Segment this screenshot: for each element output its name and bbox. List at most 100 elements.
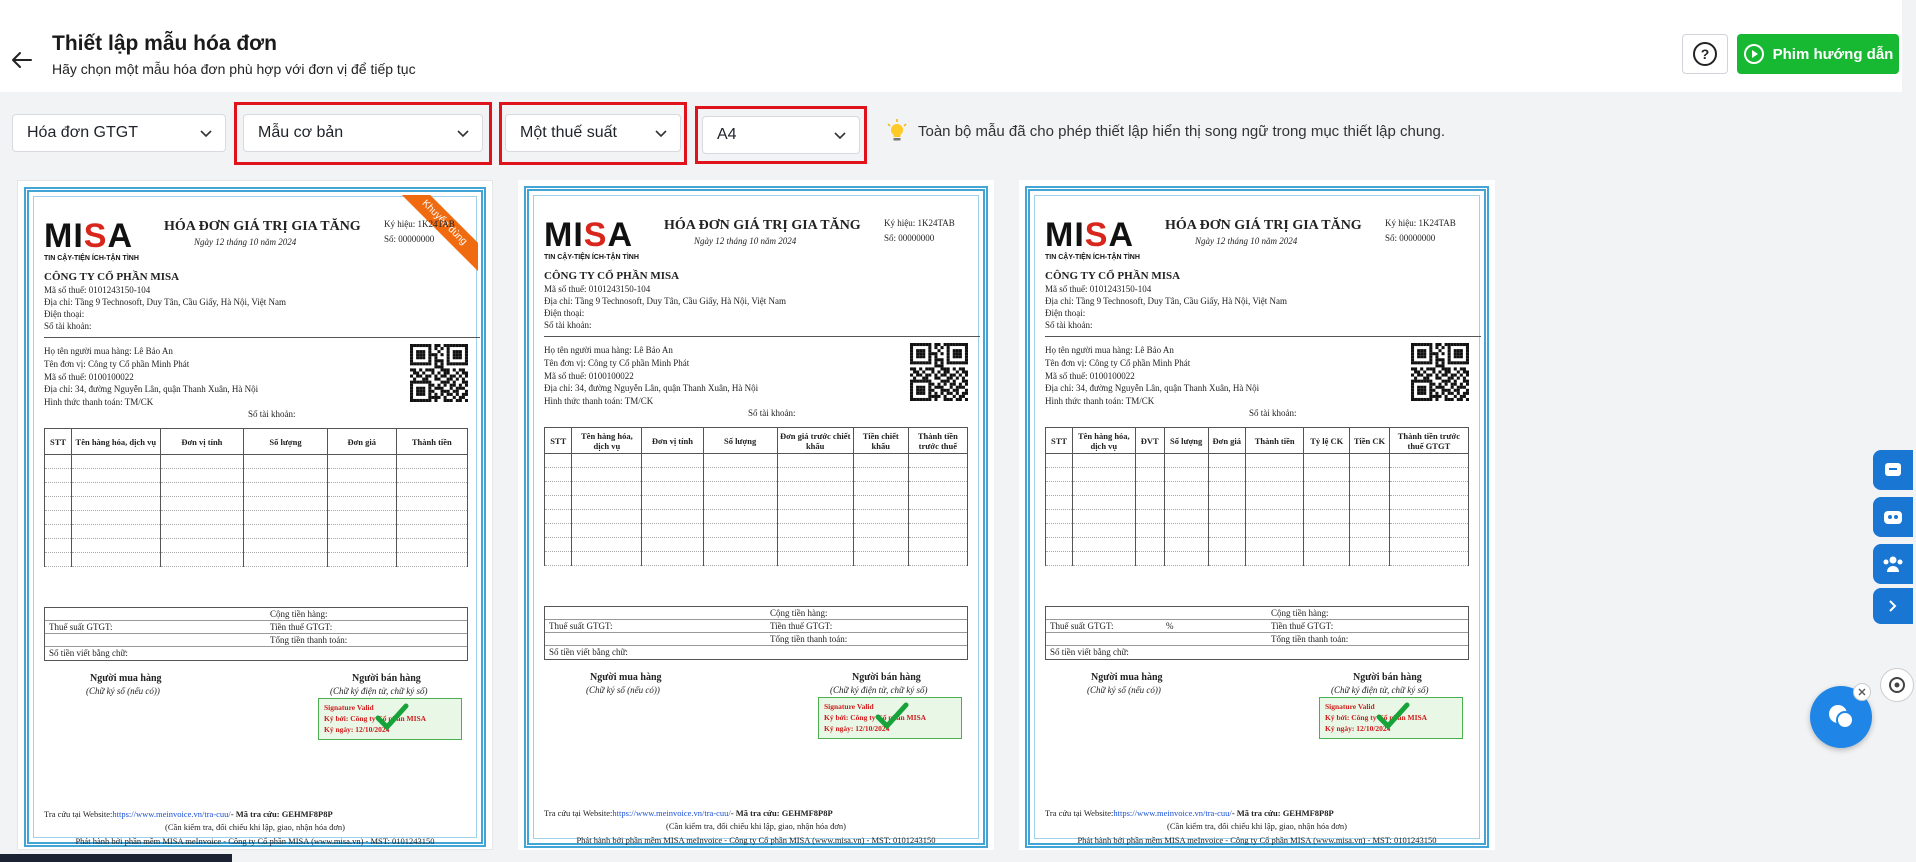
- chat-close-button[interactable]: [1853, 683, 1871, 701]
- back-arrow-icon[interactable]: [10, 48, 34, 72]
- table-row: [543, 537, 969, 552]
- column-header: Thành tiền: [1244, 427, 1305, 454]
- signature-valid-box: Signature Valid Ký bởi: Công ty Cổ phần …: [318, 698, 462, 740]
- table-row: [1044, 509, 1470, 524]
- publisher-line: Phát hành bởi phần mềm MISA meInvoice - …: [576, 835, 936, 845]
- chevron-right-icon: [1889, 600, 1897, 612]
- lookup-link[interactable]: https://www.meinvoice.vn/tra-cuu/: [112, 809, 230, 819]
- table-row: [543, 495, 969, 510]
- column-header: STT: [1044, 427, 1074, 454]
- table-row: [543, 509, 969, 524]
- buyer-account: Số tài khoản:: [248, 409, 296, 419]
- paper-size-value: A4: [717, 126, 737, 143]
- buyer-sign-note: (Chữ ký số (nếu có)): [586, 685, 660, 695]
- table-row: [43, 454, 469, 469]
- publisher-line: Phát hành bởi phần mềm MISA meInvoice - …: [1077, 835, 1437, 845]
- column-header: Tên hàng hóa, dịch vụ: [1072, 427, 1136, 454]
- column-header: STT: [43, 428, 73, 455]
- seller-sign-title: Người bán hàng: [852, 672, 921, 683]
- invoice-title: HÓA ĐƠN GIÁ TRỊ GIA TĂNG: [664, 218, 861, 233]
- column-header: Tên hàng hóa, dịch vụ: [571, 427, 643, 454]
- lookup-line: Tra cứu tại Website:https://www.meinvoic…: [1045, 808, 1334, 818]
- invoice-template-card[interactable]: MISA TIN CẬY-TIỆN ÍCH-TẬN TÌNH HÓA ĐƠN G…: [1019, 180, 1495, 850]
- invoice-frame: Khuyến dùng MISA TIN CẬY-TIỆN ÍCH-TẬN TÌ…: [24, 187, 486, 847]
- lookup-link[interactable]: https://www.meinvoice.vn/tra-cuu/: [612, 808, 730, 818]
- table-row: [1044, 537, 1470, 552]
- column-header: Đơn giá: [1207, 427, 1246, 454]
- chevron-down-icon: [834, 132, 846, 140]
- seller-sign-note: (Chữ ký điện tử, chữ ký số): [1331, 685, 1429, 695]
- buyer-info: Họ tên người mua hàng: Lê Bảo An Tên đơn…: [44, 346, 259, 408]
- lookup-link[interactable]: https://www.meinvoice.vn/tra-cuu/: [1113, 808, 1231, 818]
- invoice-serial: Ký hiệu: 1K24TAB: [384, 219, 455, 229]
- misa-logo: MISA TIN CẬY-TIỆN ÍCH-TẬN TÌNH: [544, 216, 639, 261]
- side-widget-settings[interactable]: [1880, 668, 1914, 702]
- buyer-sign-title: Người mua hàng: [90, 673, 162, 684]
- table-row: [43, 496, 469, 511]
- totals-section: Cộng tiền hàng: Thuế suất GTGT: % Tiền t…: [1045, 606, 1469, 660]
- template-style-select[interactable]: Mẫu cơ bản: [243, 114, 483, 152]
- template-style-value: Mẫu cơ bản: [258, 124, 344, 141]
- column-header: Thành tiền: [395, 428, 469, 455]
- totals-section: Cộng tiền hàng: Thuế suất GTGT: Tiền thu…: [544, 606, 968, 660]
- side-widget-community[interactable]: [1873, 544, 1913, 584]
- qr-code-icon: [1411, 343, 1469, 401]
- column-header: Tiền chiết khấu: [852, 427, 909, 454]
- video-guide-button[interactable]: Phim hướng dẫn: [1737, 34, 1899, 74]
- invoice-title: HÓA ĐƠN GIÁ TRỊ GIA TĂNG: [1165, 218, 1362, 233]
- signature-valid-box: Signature Valid Ký bởi: Công ty Cổ phần …: [1319, 697, 1463, 739]
- invoice-frame: MISA TIN CẬY-TIỆN ÍCH-TẬN TÌNH HÓA ĐƠN G…: [524, 186, 988, 848]
- paper-size-select[interactable]: A4: [702, 116, 860, 154]
- help-button[interactable]: ?: [1682, 34, 1728, 74]
- bilingual-note-text: Toàn bộ mẫu đã cho phép thiết lập hiển t…: [918, 122, 1446, 140]
- invoice-type-value: Hóa đơn GTGT: [27, 124, 138, 141]
- chevron-down-icon: [457, 130, 469, 138]
- table-row: [43, 482, 469, 497]
- seller-sign-note: (Chữ ký điện tử, chữ ký số): [830, 685, 928, 695]
- video-guide-label: Phim hướng dẫn: [1772, 45, 1894, 63]
- checkmark-icon: [875, 702, 909, 730]
- bilingual-note: Toàn bộ mẫu đã cho phép thiết lập hiển t…: [886, 118, 1445, 144]
- invoice-date: Ngày 12 tháng 10 năm 2024: [194, 237, 297, 247]
- items-table: STT Tên hàng hóa, dịch vụ ĐVT Số lượng Đơn g…: [1044, 427, 1470, 566]
- table-row: [1044, 551, 1470, 566]
- close-icon: [1858, 688, 1866, 696]
- invoice-template-card[interactable]: MISA TIN CẬY-TIỆN ÍCH-TẬN TÌNH HÓA ĐƠN G…: [518, 180, 994, 850]
- seller-info: CÔNG TY CỔ PHẦN MISA Mã số thuế: 0101243…: [544, 270, 787, 330]
- play-circle-icon: [1743, 44, 1764, 64]
- side-widget-bot[interactable]: [1873, 497, 1913, 537]
- invoice-template-card[interactable]: Khuyến dùng MISA TIN CẬY-TIỆN ÍCH-TẬN TÌ…: [17, 180, 493, 850]
- seller-sign-title: Người bán hàng: [1353, 672, 1422, 683]
- lookup-note: (Cần kiểm tra, đối chiếu khi lập, giao, …: [165, 822, 345, 832]
- buyer-account: Số tài khoản:: [748, 408, 796, 418]
- invoice-number: Số: 00000000: [1385, 233, 1436, 243]
- invoice-title: HÓA ĐƠN GIÁ TRỊ GIA TĂNG: [164, 219, 361, 234]
- table-row: [43, 552, 469, 567]
- page-title: Thiết lập mẫu hóa đơn: [52, 32, 277, 55]
- signature-valid-box: Signature Valid Ký bởi: Công ty Cổ phần …: [818, 697, 962, 739]
- seller-sign-title: Người bán hàng: [352, 673, 421, 684]
- seller-sign-note: (Chữ ký điện tử, chữ ký số): [330, 686, 428, 696]
- misa-logo: MISA TIN CẬY-TIỆN ÍCH-TẬN TÌNH: [44, 217, 139, 262]
- side-widget-expand[interactable]: [1873, 588, 1913, 624]
- table-row: [1044, 495, 1470, 510]
- tax-rate-select[interactable]: Một thuế suất: [505, 114, 681, 152]
- column-header: Thành tiền trước thuế GTGT: [1388, 427, 1470, 454]
- invoice-type-select[interactable]: Hóa đơn GTGT: [12, 114, 226, 152]
- column-header: Số lượng: [702, 427, 778, 454]
- column-header: Đơn vị tính: [641, 427, 704, 454]
- lookup-line: Tra cứu tại Website:https://www.meinvoic…: [44, 809, 333, 819]
- table-row: [543, 551, 969, 566]
- invoice-frame: MISA TIN CẬY-TIỆN ÍCH-TẬN TÌNH HÓA ĐƠN G…: [1025, 186, 1489, 848]
- gear-icon: [1889, 677, 1905, 693]
- items-table: STT Tên hàng hóa, dịch vụ Đơn vị tính Số lư…: [543, 427, 969, 566]
- checkmark-icon: [1376, 702, 1410, 730]
- side-widget-message[interactable]: [1873, 450, 1913, 490]
- buyer-account: Số tài khoản:: [1249, 408, 1297, 418]
- qr-code-icon: [910, 343, 968, 401]
- table-row: [543, 467, 969, 482]
- column-header: Số lượng: [1163, 427, 1209, 454]
- column-header: Tỷ lệ CK: [1303, 427, 1351, 454]
- lookup-note: (Cần kiểm tra, đối chiếu khi lập, giao, …: [666, 821, 846, 831]
- table-row: [1044, 453, 1470, 468]
